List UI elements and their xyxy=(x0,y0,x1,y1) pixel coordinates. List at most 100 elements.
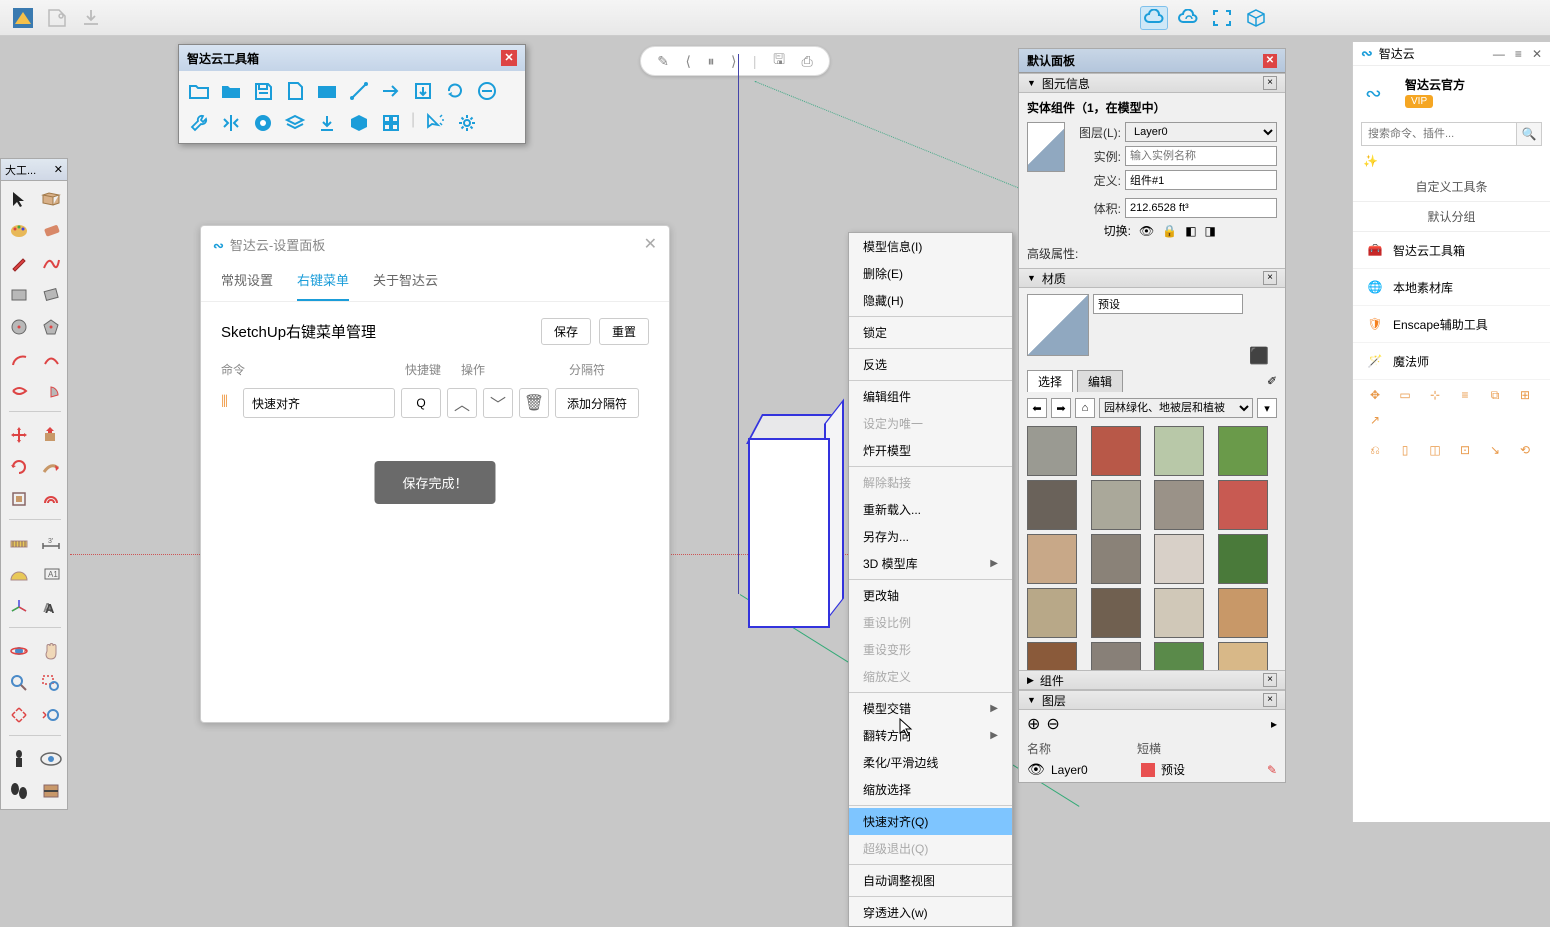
material-swatch[interactable] xyxy=(1027,534,1077,584)
entity-info-close[interactable]: × xyxy=(1263,76,1277,90)
layer-edit-icon[interactable]: ✎ xyxy=(1267,763,1277,777)
shadow-recv-icon[interactable]: ◨ xyxy=(1205,224,1216,238)
plugin-list-item[interactable]: 🪄魔法师 xyxy=(1353,343,1550,380)
context-menu-item[interactable]: 模型信息(I) xyxy=(849,233,1012,260)
text-tool-icon[interactable]: A1 xyxy=(37,561,65,589)
box-small-icon[interactable]: ▭ xyxy=(1395,388,1415,403)
target-icon[interactable] xyxy=(251,111,275,135)
eraser-tool-icon[interactable] xyxy=(37,217,65,245)
material-swatch[interactable] xyxy=(1091,642,1141,670)
search-input[interactable] xyxy=(1361,122,1516,146)
wrench-icon[interactable] xyxy=(187,111,211,135)
context-menu-item[interactable]: 缩放选择 xyxy=(849,776,1012,803)
cross-icon[interactable]: ⊹ xyxy=(1425,388,1445,403)
material-tab-select[interactable]: 选择 xyxy=(1027,370,1073,392)
grid-icon[interactable] xyxy=(379,111,403,135)
save-icon[interactable] xyxy=(251,79,275,103)
layers2-icon[interactable]: ≡ xyxy=(1455,388,1475,403)
reset-button[interactable]: 重置 xyxy=(599,318,649,345)
material-swatch[interactable] xyxy=(1091,480,1141,530)
dim-tool-icon[interactable]: 3' xyxy=(37,529,65,557)
delete-icon[interactable]: 🗑 xyxy=(519,388,549,418)
download2-icon[interactable] xyxy=(315,111,339,135)
context-menu-item[interactable]: 快速对齐(Q) xyxy=(849,808,1012,835)
mat-menu-icon[interactable]: ▾ xyxy=(1257,398,1277,418)
material-category-select[interactable]: 园林绿化、地被层和植被 xyxy=(1099,398,1253,418)
move-tool-icon[interactable] xyxy=(5,421,33,449)
instance-input[interactable] xyxy=(1125,146,1277,166)
material-swatch[interactable] xyxy=(1027,426,1077,476)
custom-toolbar-tab[interactable]: 自定义工具条 xyxy=(1353,172,1550,202)
pencil-tool-icon[interactable] xyxy=(5,249,33,277)
entity-info-hdr[interactable]: 图元信息 xyxy=(1042,75,1090,92)
dialog-close-icon[interactable]: ✕ xyxy=(644,234,657,254)
context-menu-item[interactable]: 删除(E) xyxy=(849,260,1012,287)
material-swatch[interactable] xyxy=(1091,534,1141,584)
plugin-list-item[interactable]: 🧰智达云工具箱 xyxy=(1353,232,1550,269)
move-down-icon[interactable]: ﹀ xyxy=(483,388,513,418)
import-icon[interactable] xyxy=(411,79,435,103)
shadow-cast-icon[interactable]: ◧ xyxy=(1185,224,1196,238)
material-swatch[interactable] xyxy=(1027,642,1077,670)
material-swatch[interactable] xyxy=(1027,480,1077,530)
context-menu-item[interactable]: 更改轴 xyxy=(849,582,1012,609)
context-menu-item[interactable]: 柔化/平滑边线 xyxy=(849,749,1012,776)
context-menu-item[interactable]: 隐藏(H) xyxy=(849,287,1012,314)
next-icon[interactable]: ⟩ xyxy=(731,53,736,70)
components-close[interactable]: × xyxy=(1263,673,1277,687)
arrow-right-icon[interactable] xyxy=(379,79,403,103)
add-layer-icon[interactable]: ⊕ xyxy=(1027,714,1040,734)
cloud-icon[interactable] xyxy=(1140,6,1168,30)
circle-tool-icon[interactable] xyxy=(5,313,33,341)
freehand-tool-icon[interactable] xyxy=(37,249,65,277)
search-icon[interactable]: 🔍 xyxy=(1516,122,1542,146)
context-menu-item[interactable]: 穿透进入(w) xyxy=(849,899,1012,926)
folder2-icon[interactable] xyxy=(315,79,339,103)
followme-tool-icon[interactable] xyxy=(37,453,65,481)
material-swatch[interactable] xyxy=(1218,426,1268,476)
rotrect-tool-icon[interactable] xyxy=(37,281,65,309)
refresh-icon[interactable] xyxy=(443,79,467,103)
zoomwin-tool-icon[interactable] xyxy=(37,669,65,697)
layer-menu-icon[interactable]: ▸ xyxy=(1271,717,1277,731)
folder-icon[interactable] xyxy=(219,79,243,103)
context-menu-item[interactable]: 锁定 xyxy=(849,319,1012,346)
layer-row[interactable]: 👁 Layer0 预设 ✎ xyxy=(1027,761,1277,778)
ir2b-icon[interactable]: ▯ xyxy=(1395,443,1415,458)
mirror-icon[interactable] xyxy=(219,111,243,135)
folder-open-icon[interactable] xyxy=(187,79,211,103)
zoomext-tool-icon[interactable] xyxy=(5,701,33,729)
arc-tool-icon[interactable] xyxy=(5,345,33,373)
pan-tool-icon[interactable] xyxy=(37,637,65,665)
cloud-sync-icon[interactable] xyxy=(1174,6,1202,30)
tab-general[interactable]: 常规设置 xyxy=(221,262,273,301)
cube2-icon[interactable] xyxy=(347,111,371,135)
ir2f-icon[interactable]: ⟲ xyxy=(1515,443,1535,458)
menu-icon[interactable]: ≡ xyxy=(1515,47,1522,61)
pushpull-tool-icon[interactable] xyxy=(37,421,65,449)
fullscreen-icon[interactable] xyxy=(1208,6,1236,30)
position-camera-icon[interactable] xyxy=(5,745,33,773)
context-menu-item[interactable]: 自动调整视图 xyxy=(849,867,1012,894)
drag-handle-icon[interactable]: ⦀ xyxy=(221,394,237,412)
pie-tool-icon[interactable] xyxy=(37,377,65,405)
prev-view-icon[interactable] xyxy=(37,701,65,729)
material-swatch[interactable] xyxy=(1091,426,1141,476)
context-menu-item[interactable]: 模型交错▶ xyxy=(849,695,1012,722)
select-tool-icon[interactable] xyxy=(5,185,33,213)
rect-tool-icon[interactable] xyxy=(5,281,33,309)
ir2d-icon[interactable]: ⊡ xyxy=(1455,443,1475,458)
default-group-tab[interactable]: 默认分组 xyxy=(1353,202,1550,232)
tape-tool-icon[interactable] xyxy=(5,529,33,557)
cursor-sparkle-icon[interactable] xyxy=(423,111,447,135)
save-icon[interactable]: 🖫 xyxy=(773,49,785,73)
walk-tool-icon[interactable] xyxy=(5,777,33,805)
save-button[interactable]: 保存 xyxy=(541,318,591,345)
gear-icon[interactable] xyxy=(455,111,479,135)
context-menu-item[interactable]: 3D 模型库▶ xyxy=(849,550,1012,577)
def-input[interactable] xyxy=(1125,170,1277,190)
offset-tool-icon[interactable] xyxy=(37,485,65,513)
context-menu-item[interactable]: 反选 xyxy=(849,351,1012,378)
selected-cube[interactable] xyxy=(748,414,844,636)
tab-context-menu[interactable]: 右键菜单 xyxy=(297,262,349,301)
